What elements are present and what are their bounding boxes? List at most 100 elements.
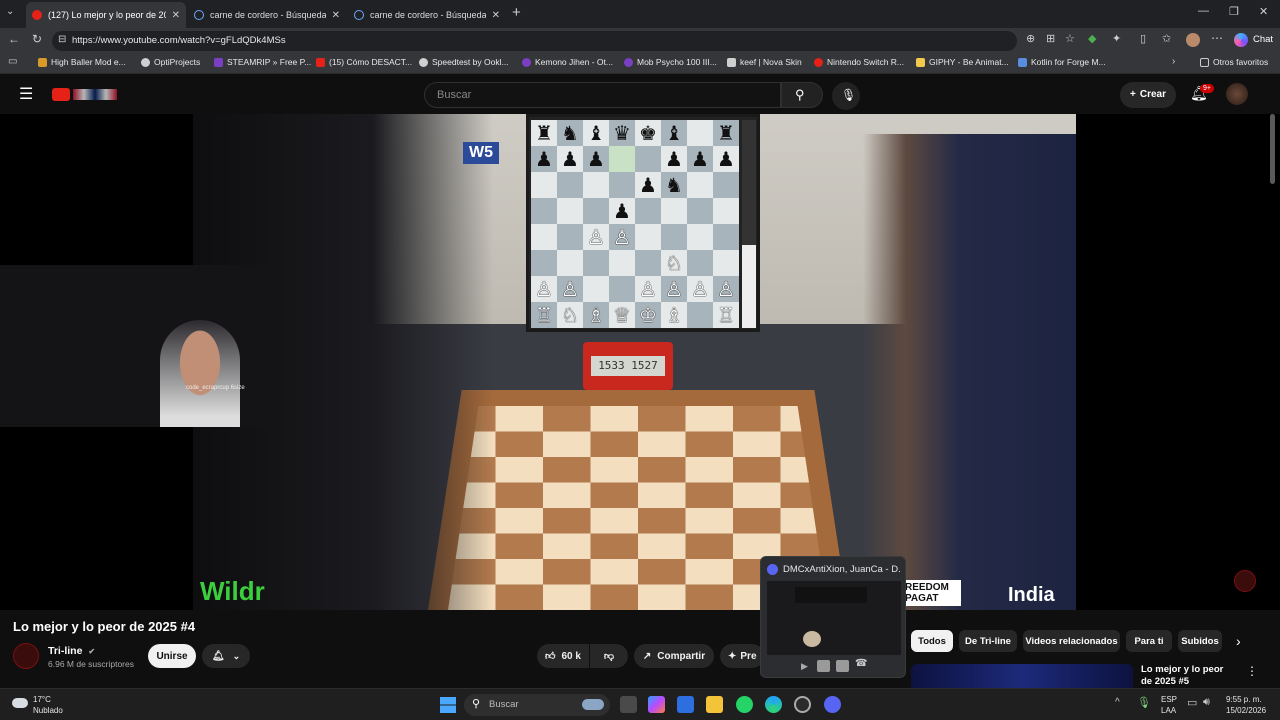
channel-name[interactable]: Tri-line — [48, 645, 82, 657]
more-actions-button[interactable]: ✦ Pre — [720, 644, 764, 668]
voice-search-button[interactable]: 🎙︎ — [832, 82, 860, 110]
edge-icon[interactable] — [765, 696, 782, 713]
bookmark-item[interactable]: Kemono Jihen - Ot... — [522, 57, 613, 67]
camera-icon[interactable]: ▶ — [801, 661, 808, 672]
chat-label[interactable]: Chat — [1253, 34, 1273, 45]
network-icon[interactable]: ▭ — [1187, 696, 1197, 709]
account-avatar[interactable] — [1226, 83, 1248, 105]
diagram-square: ♖ — [531, 302, 557, 328]
other-bookmarks[interactable]: Otros favoritos — [1200, 57, 1268, 67]
taskbar-date[interactable]: 15/02/2026 — [1226, 706, 1266, 715]
bookmark-item[interactable]: High Baller Mod e... — [38, 57, 126, 67]
next-video-title[interactable]: Lo mejor y lo peor de 2025 #5 — [1141, 664, 1237, 688]
join-button[interactable]: Unirse — [148, 644, 196, 668]
whatsapp-icon[interactable] — [736, 696, 753, 713]
bookmark-item[interactable]: OptiProjects — [141, 57, 200, 67]
profile-avatar[interactable] — [1186, 33, 1200, 47]
channel-name-row[interactable]: Tri-line ✔ — [48, 645, 95, 657]
dislike-button[interactable]: 👎︎ — [590, 644, 628, 668]
discord-preview-popup[interactable]: DMCxAntiXion, JuanCa - D... ▶ ☎ — [760, 556, 906, 678]
bookmark-item[interactable]: Kotlin for Forge M... — [1018, 57, 1106, 67]
hamburger-menu-icon[interactable]: ☰ — [19, 84, 33, 104]
reload-icon[interactable]: ↻ — [32, 32, 42, 46]
reading-list-icon[interactable]: ▭ — [8, 56, 17, 67]
activity-icon[interactable] — [836, 660, 849, 672]
chips-next-icon[interactable]: › — [1236, 633, 1241, 649]
site-info-icon[interactable]: ⊟ — [58, 34, 66, 45]
chip-from-channel[interactable]: De Tri-line — [959, 630, 1017, 652]
steam-icon[interactable] — [794, 696, 811, 713]
keyboard-layout-indicator[interactable]: LAA — [1161, 706, 1176, 715]
like-button[interactable]: 👍︎ 60 k — [537, 644, 589, 668]
translate-icon[interactable]: ⊕ — [1026, 32, 1035, 45]
copilot-icon[interactable] — [1234, 33, 1248, 47]
chip-for-you[interactable]: Para ti — [1126, 630, 1172, 652]
tab-list-chevron-icon[interactable]: ⌄ — [6, 6, 14, 17]
search-button[interactable]: ⚲ — [781, 82, 823, 108]
cloud-weather-icon[interactable] — [12, 698, 28, 708]
next-video-thumbnail[interactable] — [911, 664, 1133, 688]
youtube-logo-icon[interactable] — [52, 88, 70, 101]
taskbar-search[interactable]: ⚲ Buscar — [464, 694, 610, 716]
weather-temperature[interactable]: 17°C — [33, 695, 51, 704]
bookmark-item[interactable]: STEAMRIP » Free P... — [214, 57, 311, 67]
diagram-square — [661, 198, 687, 224]
tab-search-2[interactable]: carne de cordero - Búsqueda Imág ✕ — [348, 2, 506, 28]
extension-icon[interactable]: ◆ — [1088, 32, 1096, 45]
copilot-taskbar-icon[interactable] — [648, 696, 665, 713]
bookmark-item[interactable]: GIPHY - Be Animat... — [916, 57, 1009, 67]
tray-chevron-icon[interactable]: ^ — [1115, 697, 1120, 708]
tab-youtube[interactable]: (127) Lo mejor y lo peor de 2025 # ✕ — [26, 2, 186, 28]
bookmark-item[interactable]: keef | Nova Skin — [727, 57, 802, 67]
bookmark-item[interactable]: Speedtest by Ookl... — [419, 57, 509, 67]
close-tab-icon[interactable]: ✕ — [492, 10, 500, 21]
taskbar-time[interactable]: 9:55 p. m. — [1226, 695, 1262, 704]
back-icon[interactable]: ← — [8, 32, 20, 46]
share-button[interactable]: ↗ Compartir — [634, 644, 714, 668]
create-button[interactable]: + Crear — [1120, 82, 1176, 108]
bookmark-item[interactable]: (15) Cómo DESACT... — [316, 57, 412, 67]
weather-description[interactable]: Nublado — [33, 706, 63, 715]
channel-avatar[interactable] — [13, 643, 39, 669]
new-tab-button[interactable]: + — [512, 4, 521, 21]
close-window-icon[interactable]: ✕ — [1259, 5, 1268, 18]
bookmark-item[interactable]: Nintendo Switch R... — [814, 57, 904, 67]
discord-icon — [767, 564, 778, 575]
language-indicator[interactable]: ESP — [1161, 695, 1177, 704]
extensions-puzzle-icon[interactable]: ✦ — [1112, 32, 1121, 45]
minimize-icon[interactable]: — — [1198, 5, 1209, 17]
windows-start-icon[interactable] — [440, 697, 456, 713]
chip-uploads[interactable]: Subidos — [1178, 630, 1222, 652]
microphone-tray-icon[interactable]: 🎙︎ — [1137, 696, 1151, 709]
screen-share-icon[interactable] — [817, 660, 830, 672]
disconnect-icon[interactable]: ☎ — [855, 658, 867, 669]
channel-watermark[interactable] — [1234, 570, 1256, 592]
app-icon[interactable]: ⊞ — [1046, 32, 1055, 45]
close-tab-icon[interactable]: ✕ — [332, 10, 340, 21]
restore-icon[interactable]: ❐ — [1229, 5, 1239, 18]
search-input[interactable]: Buscar — [424, 82, 781, 108]
logo-doodle[interactable] — [73, 89, 117, 100]
task-view-icon[interactable] — [620, 696, 637, 713]
page-scrollbar[interactable] — [1270, 114, 1275, 184]
favorites-icon[interactable]: ✩ — [1162, 32, 1171, 45]
youtube-favicon-icon — [32, 10, 42, 20]
bookmark-icon — [419, 57, 428, 67]
bookmark-item[interactable]: Mob Psycho 100 III... — [624, 57, 717, 67]
file-explorer-icon[interactable] — [706, 696, 723, 713]
video-player[interactable]: 1533 1527 W5 REEDOM PAGAT India Wildr co… — [0, 114, 1280, 610]
menu-dots-icon[interactable]: ⋯ — [1211, 31, 1223, 45]
video-menu-icon[interactable]: ⋮ — [1246, 664, 1258, 678]
store-icon[interactable] — [677, 696, 694, 713]
favorite-star-icon[interactable]: ☆ — [1065, 32, 1075, 45]
subscribe-bell-button[interactable]: 🔔︎ ⌄ — [202, 644, 250, 668]
volume-icon[interactable]: 🔊︎ — [1203, 696, 1210, 709]
split-screen-icon[interactable]: ▯ — [1140, 32, 1146, 45]
tab-search-1[interactable]: carne de cordero - Búsqueda ✕ — [188, 2, 346, 28]
discord-taskbar-icon[interactable] — [824, 696, 841, 713]
chip-related[interactable]: Videos relacionados — [1023, 630, 1120, 652]
close-tab-icon[interactable]: ✕ — [172, 10, 180, 21]
url-field[interactable]: ⊟ https://www.youtube.com/watch?v=gFLdQD… — [52, 31, 1017, 51]
chip-all[interactable]: Todos — [911, 630, 953, 652]
chevron-right-icon[interactable]: › — [1172, 56, 1175, 67]
